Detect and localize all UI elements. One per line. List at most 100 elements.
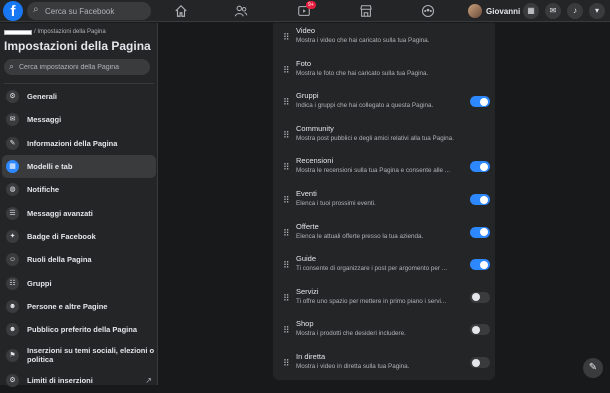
- external-link-icon: ↗: [145, 376, 152, 386]
- tab-description: Ti consente di organizzare i post per ar…: [296, 265, 447, 273]
- drag-handle-icon[interactable]: ⠿: [283, 65, 290, 76]
- menu-grid-icon[interactable]: ▦: [523, 3, 539, 19]
- sidebar-item-label: Generali: [27, 92, 58, 102]
- toggle-knob: [472, 293, 480, 302]
- sidebar-item[interactable]: ☷ Gruppi: [2, 271, 156, 294]
- drag-handle-icon[interactable]: ⠿: [283, 162, 290, 173]
- sidebar-item[interactable]: ☰ Messaggi avanzati: [2, 201, 156, 224]
- sidebar-item-label: Badge di Facebook: [27, 231, 96, 241]
- search-icon: ⌕: [9, 61, 15, 71]
- tab-row: ⠿ Recensioni Mostra le recensioni sulla tu…: [273, 153, 495, 186]
- tab-row: ⠿ Offerte Elenca le attuali offerte presso…: [273, 219, 495, 252]
- drag-handle-icon[interactable]: ⠿: [283, 97, 290, 108]
- tab-description: Mostra le foto che hai caricato sulla tu…: [296, 69, 429, 77]
- tab-description: Mostra i video in diretta sulla tua Pagi…: [296, 363, 410, 370]
- tab-toggle[interactable]: [470, 291, 490, 303]
- drag-handle-icon[interactable]: ⠿: [283, 325, 290, 336]
- groups-icon: ☷: [6, 276, 19, 290]
- avatar: [468, 4, 482, 18]
- groups-icon[interactable]: [419, 3, 437, 19]
- edit-icon: ✎: [6, 136, 19, 150]
- drag-handle-icon[interactable]: ⠿: [283, 228, 290, 239]
- settings-search-box[interactable]: ⌕: [4, 59, 150, 75]
- user-name: Giovanni: [486, 6, 521, 16]
- person-icon: ☺: [6, 253, 19, 267]
- friends-icon[interactable]: [232, 3, 250, 19]
- tab-title: Recensioni: [296, 156, 334, 166]
- marketplace-icon[interactable]: [357, 3, 375, 19]
- breadcrumb-text[interactable]: / Impostazioni della Pagina: [34, 29, 106, 35]
- drag-handle-icon[interactable]: ⠿: [283, 130, 290, 141]
- tab-description: Mostra i prodotti che desideri includere…: [296, 330, 406, 338]
- tab-toggle[interactable]: [470, 324, 490, 336]
- sidebar-item[interactable]: ⚙ Generali: [2, 85, 156, 108]
- sidebar-item-label: Inserzioni su temi sociali, elezioni o p…: [27, 346, 155, 365]
- tab-row: ⠿ Foto Mostra le foto che hai caricato sul…: [273, 56, 495, 89]
- sidebar-item-label: Messaggi avanzati: [27, 208, 93, 218]
- tab-description: Elenca i tuoi prossimi eventi.: [296, 200, 376, 207]
- new-message-button[interactable]: ✎: [583, 358, 603, 378]
- sidebar-item[interactable]: ⚙ Limiti di inserzioni ↗: [2, 369, 156, 392]
- tab-toggle[interactable]: [470, 194, 490, 205]
- sidebar-item-label: Pubblico preferito della Pagina: [27, 325, 138, 335]
- drag-handle-icon[interactable]: ⠿: [283, 195, 290, 206]
- facebook-logo-icon[interactable]: f: [3, 1, 23, 21]
- home-icon[interactable]: [172, 3, 190, 19]
- sidebar-item[interactable]: ☺ Ruoli della Pagina: [2, 248, 156, 271]
- tab-row: ⠿ Servizi Ti offre uno spazio per mettere …: [273, 284, 495, 317]
- sidebar-item-label: Persone e altre Pagine: [27, 301, 108, 311]
- toggle-knob: [480, 195, 488, 204]
- tab-title: Gruppi: [296, 91, 319, 101]
- drag-handle-icon[interactable]: ⠿: [283, 32, 290, 43]
- sidebar-item[interactable]: ☻ Pubblico preferito della Pagina: [2, 318, 156, 341]
- tab-title: In diretta: [296, 352, 326, 361]
- drag-handle-icon[interactable]: ⠿: [283, 293, 290, 304]
- breadcrumb: / Impostazioni della Pagina: [4, 29, 106, 35]
- sidebar-item[interactable]: ☻ Persone e altre Pagine: [2, 295, 156, 318]
- sidebar-item[interactable]: ✎ Informazioni della Pagina: [2, 132, 156, 155]
- messenger-icon: ☰: [6, 206, 19, 220]
- tab-row: ⠿ Guide Ti consente di organizzare i post …: [273, 251, 495, 284]
- facebook-search-input[interactable]: [45, 2, 145, 20]
- tab-toggle[interactable]: [470, 357, 490, 368]
- sidebar-item[interactable]: ✦ Badge di Facebook: [2, 225, 156, 248]
- dropdown-icon[interactable]: ▾: [589, 3, 605, 19]
- watch-icon[interactable]: 9+: [295, 1, 316, 19]
- bell-icon[interactable]: ♪: [567, 3, 583, 19]
- profile-button[interactable]: Giovanni: [468, 3, 520, 19]
- flag-icon: ⚑: [6, 348, 19, 362]
- tab-toggle[interactable]: [470, 161, 490, 173]
- watch-badge: 9+: [306, 1, 316, 9]
- sidebar-item[interactable]: ✉ Messaggi: [2, 108, 156, 131]
- tab-title: Shop: [296, 319, 314, 329]
- drag-handle-icon[interactable]: ⠿: [283, 358, 290, 369]
- tab-toggle[interactable]: [470, 96, 490, 108]
- tab-title: Community: [296, 123, 334, 133]
- messenger-icon[interactable]: ✉: [545, 3, 561, 19]
- sidebar-item-label: Informazioni della Pagina: [27, 138, 118, 148]
- toggle-knob: [472, 358, 480, 367]
- sidebar-item[interactable]: ⚑ Inserzioni su temi sociali, elezioni o …: [2, 341, 156, 369]
- divider: [4, 83, 154, 84]
- tab-row: ⠿ Eventi Elenca i tuoi prossimi eventi.: [273, 186, 495, 219]
- tab-title: Foto: [296, 58, 312, 68]
- drag-handle-icon[interactable]: ⠿: [283, 260, 290, 271]
- tab-row: ⠿ Shop Mostra i prodotti che desideri incl…: [273, 316, 495, 349]
- tab-toggle[interactable]: [470, 259, 490, 271]
- sidebar-item-label: Notifiche: [27, 185, 60, 195]
- toggle-knob: [472, 325, 480, 334]
- tab-title: Guide: [296, 254, 317, 264]
- facebook-search-box[interactable]: ⌕: [27, 2, 151, 20]
- sidebar-item[interactable]: ◍ Notifiche: [2, 178, 156, 201]
- compose-icon: ✎: [588, 362, 598, 373]
- toggle-knob: [480, 228, 488, 237]
- toggle-knob: [480, 260, 488, 269]
- tab-row: ⠿ Gruppi Indica i gruppi che hai collegato…: [273, 88, 495, 121]
- sidebar-item[interactable]: ▦ Modelli e tab: [2, 154, 156, 179]
- tab-description: Mostra post pubblici e degli amici relat…: [296, 134, 454, 142]
- sidebar-item-label: Limiti di inserzioni: [27, 376, 93, 386]
- tab-toggle[interactable]: [470, 226, 490, 238]
- settings-search-input[interactable]: [19, 59, 147, 75]
- sidebar-item-label: Messaggi: [27, 115, 62, 125]
- gear-icon: ⚙: [6, 374, 19, 388]
